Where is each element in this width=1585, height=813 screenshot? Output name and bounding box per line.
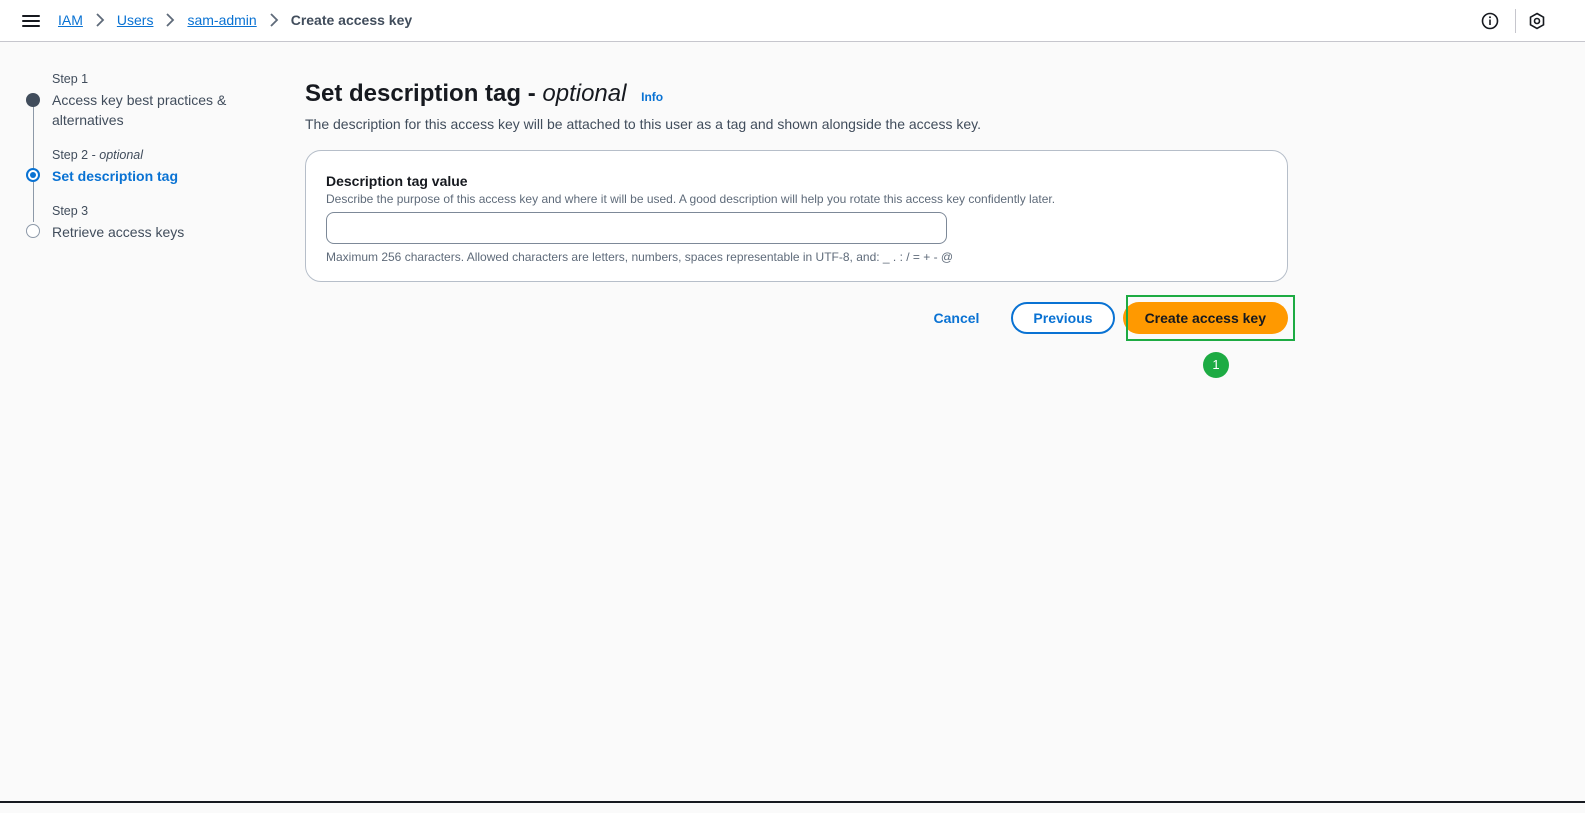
cancel-button[interactable]: Cancel bbox=[934, 310, 980, 326]
wizard-steps: Step 1 Access key best practices & alter… bbox=[24, 72, 254, 248]
chevron-right-icon bbox=[269, 13, 279, 27]
step-label: Step 1 bbox=[52, 72, 89, 86]
menu-icon[interactable] bbox=[22, 12, 40, 30]
step-complete-icon bbox=[26, 93, 40, 107]
step-label: Step 2 - optional bbox=[52, 148, 144, 162]
step-current-icon bbox=[26, 168, 40, 182]
wizard-actions: Cancel Previous Create access key bbox=[934, 302, 1288, 334]
info-circle-icon[interactable] bbox=[1481, 12, 1499, 30]
breadcrumb-users[interactable]: Users bbox=[117, 12, 154, 28]
step-label: Step 3 bbox=[52, 204, 89, 218]
main-content: Set description tag - optional Info The … bbox=[305, 80, 1290, 334]
wizard-step-2[interactable]: Step 2 - optional Set description tag bbox=[24, 148, 254, 204]
step-title[interactable]: Set description tag bbox=[52, 166, 254, 186]
breadcrumb-current: Create access key bbox=[290, 12, 413, 28]
previous-button[interactable]: Previous bbox=[1011, 302, 1115, 334]
description-tag-container: Description tag value Describe the purpo… bbox=[305, 150, 1288, 282]
step-title: Retrieve access keys bbox=[52, 224, 185, 240]
page-title: Set description tag - optional bbox=[305, 80, 627, 107]
breadcrumb: IAM Users sam-admin Create access key bbox=[58, 12, 412, 28]
step-pending-icon bbox=[26, 224, 40, 238]
step-title[interactable]: Access key best practices & alternatives bbox=[52, 90, 254, 130]
field-label: Description tag value bbox=[326, 173, 468, 189]
description-tag-input[interactable] bbox=[326, 212, 947, 244]
annotation-badge: 1 bbox=[1203, 352, 1229, 378]
create-access-key-button[interactable]: Create access key bbox=[1122, 302, 1288, 334]
info-link[interactable]: Info bbox=[641, 90, 663, 104]
wizard-step-3: Step 3 Retrieve access keys bbox=[24, 204, 254, 248]
bottom-edge bbox=[0, 801, 1585, 813]
chevron-right-icon bbox=[165, 13, 175, 27]
chevron-right-icon bbox=[95, 13, 105, 27]
wizard-step-1[interactable]: Step 1 Access key best practices & alter… bbox=[24, 72, 254, 148]
breadcrumb-iam[interactable]: IAM bbox=[58, 12, 83, 28]
page-description: The description for this access key will… bbox=[305, 116, 981, 132]
settings-hexagon-icon[interactable] bbox=[1528, 12, 1546, 30]
breadcrumb-sam-admin[interactable]: sam-admin bbox=[187, 12, 256, 28]
top-navigation-bar: IAM Users sam-admin Create access key bbox=[0, 0, 1585, 42]
field-constraint-text: Maximum 256 characters. Allowed characte… bbox=[326, 250, 954, 264]
field-description: Describe the purpose of this access key … bbox=[326, 192, 1056, 206]
divider bbox=[1515, 9, 1516, 33]
